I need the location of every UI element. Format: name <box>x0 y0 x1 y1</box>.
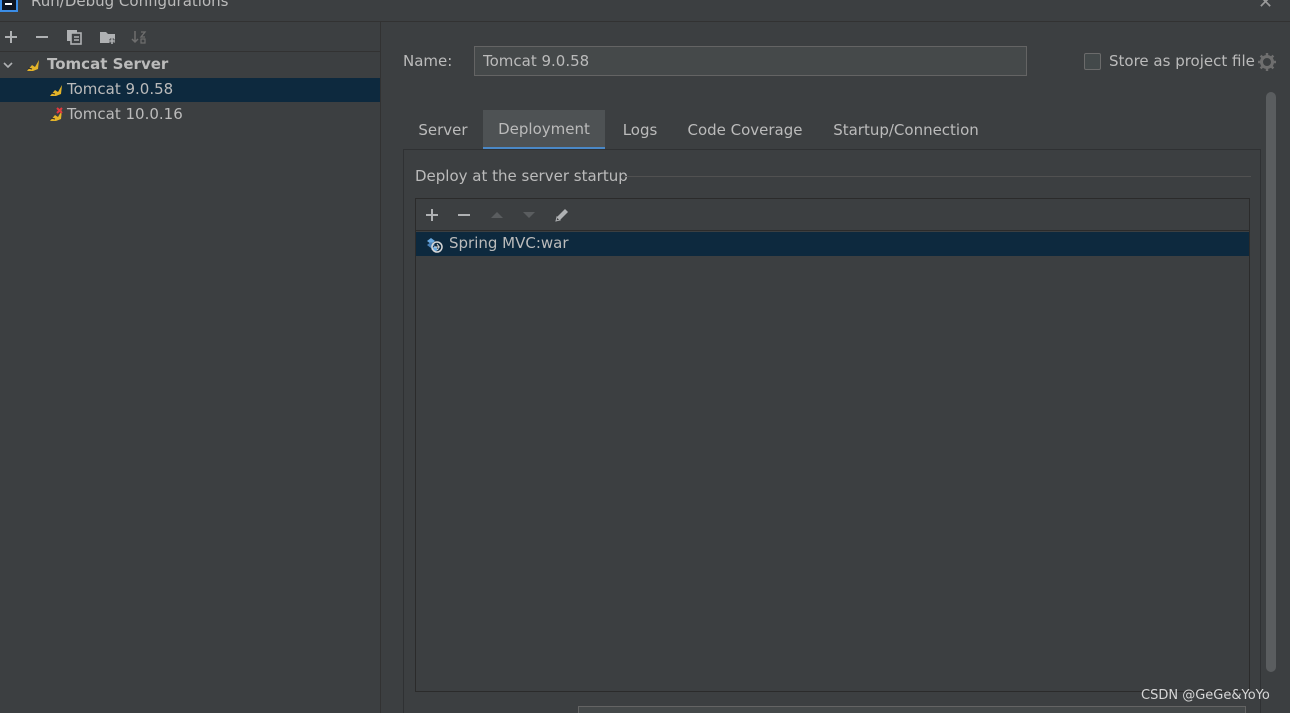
deployment-artifact-row[interactable]: Spring MVC:war <box>416 232 1249 256</box>
name-label: Name: <box>403 52 453 70</box>
configurations-sidebar: Tomcat Server Tomcat 9.0.58 Tomcat 10.0.… <box>0 22 381 713</box>
remove-icon[interactable] <box>454 205 474 225</box>
add-icon[interactable] <box>422 205 442 225</box>
name-input[interactable] <box>474 46 1027 76</box>
configuration-editor: Name: Store as project file Server Deplo… <box>382 22 1290 713</box>
add-icon[interactable] <box>0 27 22 47</box>
configurations-toolbar <box>0 22 381 52</box>
tree-item-label: Tomcat 9.0.58 <box>67 80 174 98</box>
copy-icon[interactable] <box>63 27 85 47</box>
tree-item-label: Tomcat 10.0.16 <box>67 105 183 123</box>
tree-group-tomcat-server[interactable]: Tomcat Server <box>0 53 380 77</box>
tab-startup-connection[interactable]: Startup/Connection <box>825 110 987 150</box>
tree-item-tomcat-10[interactable]: Tomcat 10.0.16 <box>0 103 380 127</box>
tree-group-label: Tomcat Server <box>47 55 169 73</box>
sort-icon[interactable] <box>128 27 150 47</box>
tomcat-icon <box>27 60 39 71</box>
tomcat-icon <box>50 85 62 96</box>
tree-item-tomcat-9[interactable]: Tomcat 9.0.58 <box>0 78 380 102</box>
tab-logs[interactable]: Logs <box>612 110 668 150</box>
deployment-list: Spring MVC:war <box>415 198 1250 692</box>
chevron-down-icon[interactable] <box>2 59 14 71</box>
artifact-label: Spring MVC:war <box>449 234 569 252</box>
vertical-scrollbar[interactable] <box>1266 92 1276 672</box>
deployment-toolbar <box>416 199 1249 231</box>
store-as-project-file-checkbox[interactable] <box>1084 53 1101 70</box>
window-title: Run/Debug Configurations <box>31 0 229 10</box>
close-icon[interactable]: ✕ <box>1258 0 1273 13</box>
tab-deployment[interactable]: Deployment <box>483 110 605 150</box>
deployment-tab-content: Deploy at the server startup Spring MVC:… <box>403 149 1261 713</box>
title-bar: Run/Debug Configurations ✕ <box>0 0 1290 22</box>
tab-server[interactable]: Server <box>408 110 478 150</box>
move-down-icon[interactable] <box>519 205 539 225</box>
edit-icon[interactable] <box>552 205 572 225</box>
section-divider <box>624 176 1251 177</box>
tomcat-error-icon <box>50 107 63 121</box>
artifact-war-icon <box>427 238 443 253</box>
move-up-icon[interactable] <box>487 205 507 225</box>
tab-code-coverage[interactable]: Code Coverage <box>680 110 810 150</box>
bottom-field[interactable] <box>578 706 1246 713</box>
deploy-section-title: Deploy at the server startup <box>415 167 628 185</box>
store-as-project-file-label[interactable]: Store as project file <box>1109 52 1255 70</box>
watermark: CSDN @GeGe&YoYo <box>1141 688 1270 703</box>
intellij-app-icon <box>0 0 18 12</box>
folder-add-icon[interactable] <box>97 27 119 47</box>
gear-icon[interactable] <box>1258 53 1276 71</box>
remove-icon[interactable] <box>31 27 53 47</box>
